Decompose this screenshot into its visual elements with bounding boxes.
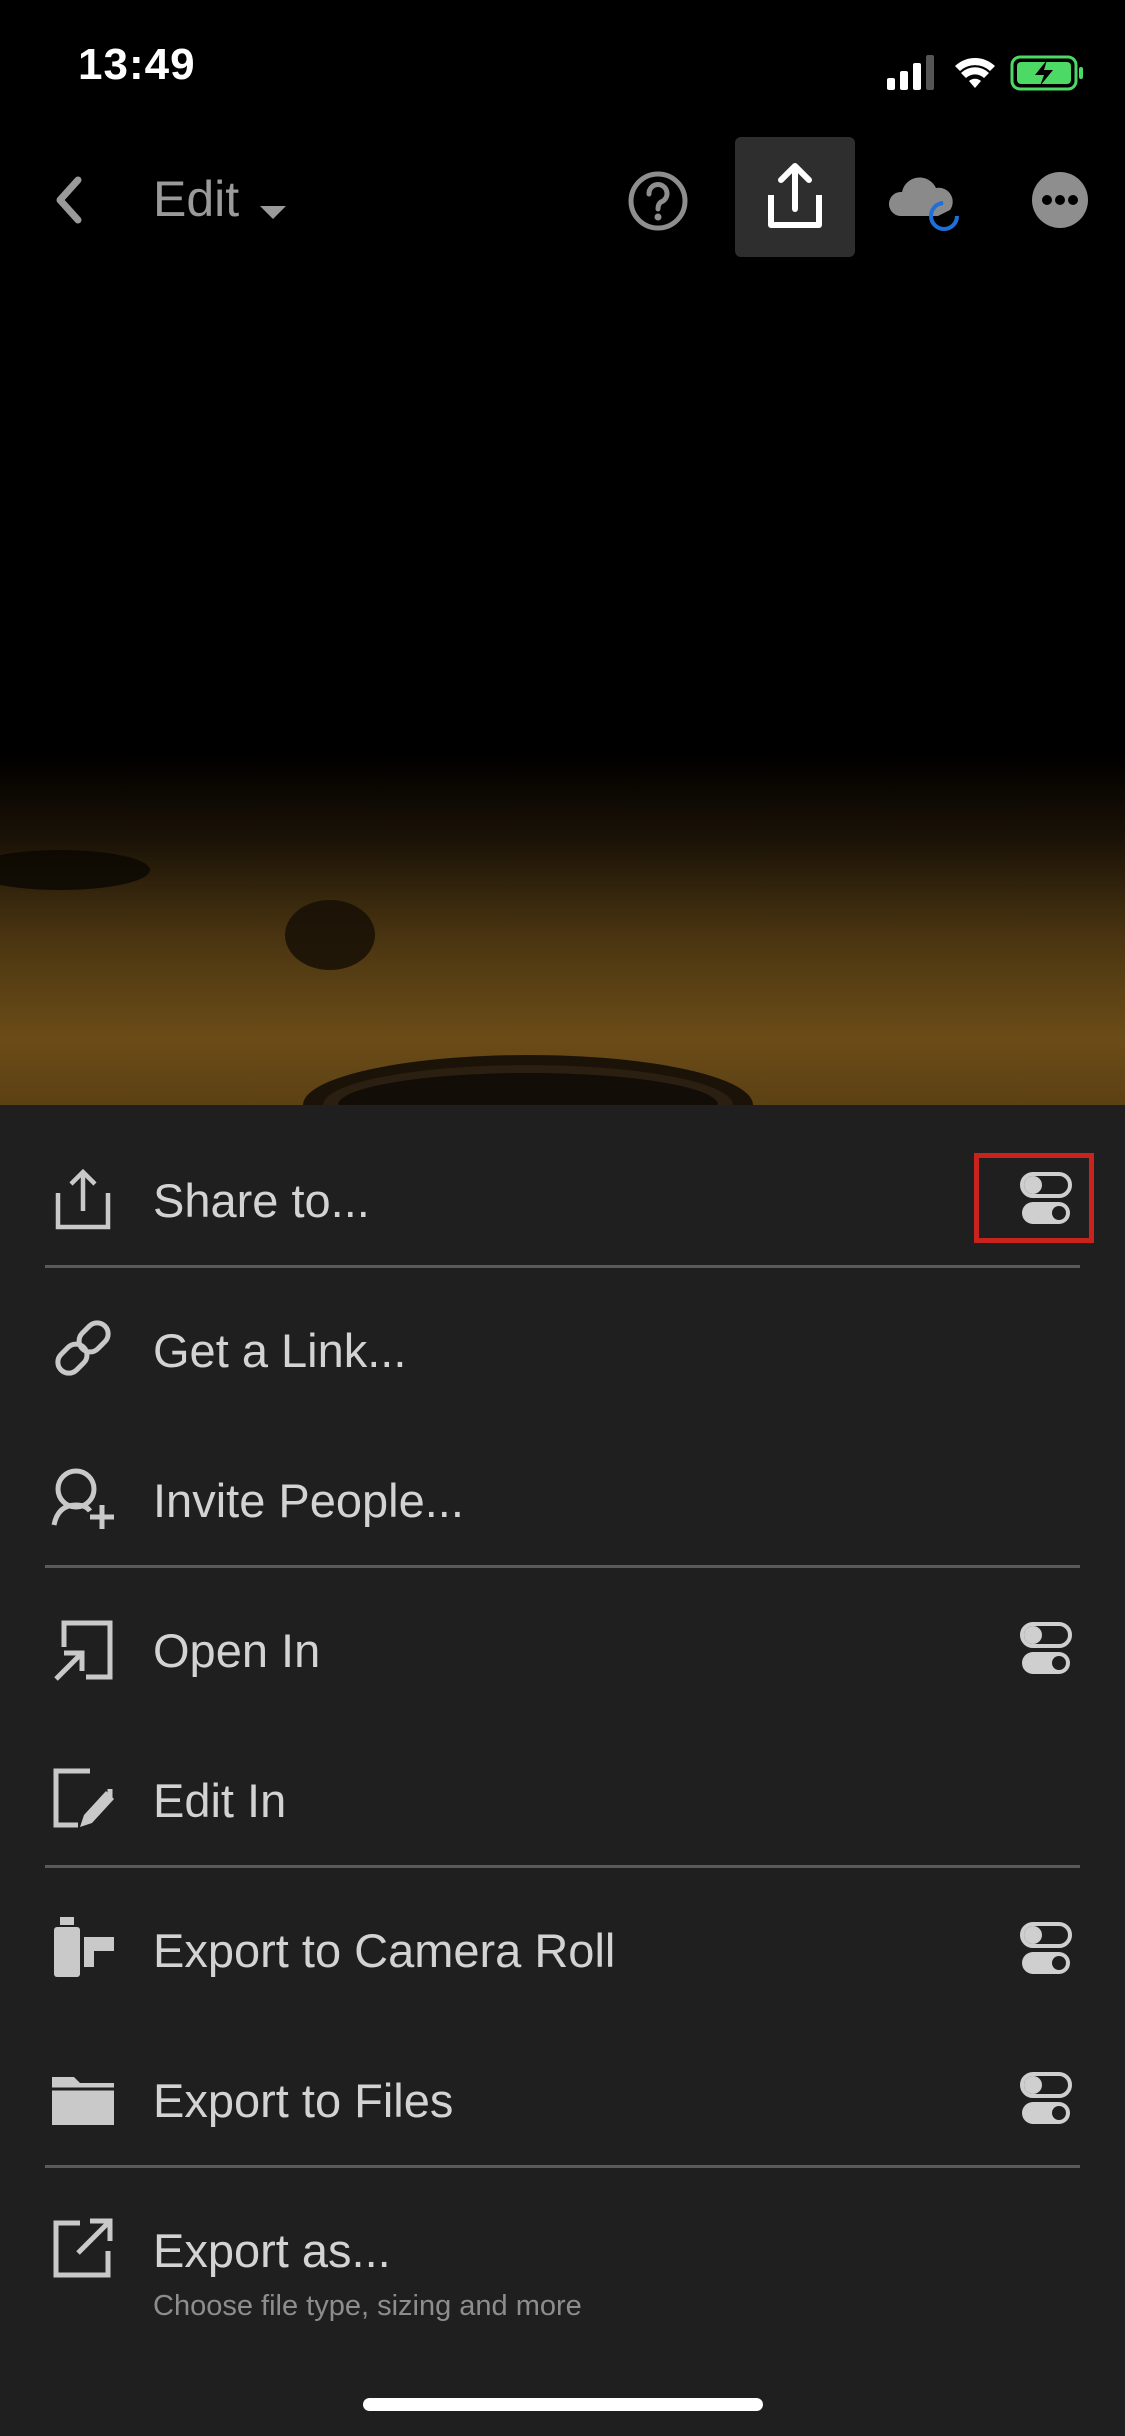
- menu-item-label: Share to...: [153, 1174, 370, 1227]
- folder-icon: [52, 2077, 114, 2125]
- export-icon: [53, 2218, 113, 2278]
- menu-item-open-in[interactable]: Open In: [0, 1575, 1125, 1725]
- menu-item-label: Edit In: [153, 1774, 287, 1827]
- lens-shape: [0, 850, 753, 1105]
- edit-in-icon: [53, 1768, 114, 1828]
- divider: [45, 1565, 1080, 1568]
- share-icon: [55, 1168, 111, 1230]
- toggle-icon[interactable]: [1019, 2071, 1073, 2127]
- menu-item-export-to-files[interactable]: Export to Files: [0, 2025, 1125, 2175]
- chevron-left-icon[interactable]: [48, 170, 88, 230]
- menu-item-edit-in[interactable]: Edit In: [0, 1725, 1125, 1875]
- share-icon: [768, 163, 822, 228]
- menu-item-share-to[interactable]: Share to...: [0, 1125, 1125, 1275]
- photo-preview: [0, 270, 1125, 1105]
- menu-item-label: Export as...: [153, 2224, 391, 2277]
- highlight-box: [974, 1153, 1094, 1243]
- menu-item-label: Export to Camera Roll: [153, 1924, 616, 1977]
- cloud-sync-icon[interactable]: [888, 170, 968, 236]
- question-icon[interactable]: [627, 170, 689, 232]
- menu-item-label: Get a Link...: [153, 1324, 407, 1377]
- menu-item-sublabel: Choose file type, sizing and more: [153, 2290, 582, 2322]
- divider: [45, 2165, 1080, 2168]
- menu-item-label: Open In: [153, 1624, 321, 1677]
- menu-item-get-a-link[interactable]: Get a Link...: [0, 1275, 1125, 1425]
- toggle-icon[interactable]: [1019, 1621, 1073, 1677]
- signal-icon: [887, 55, 934, 90]
- menu-item-export-to-camera-roll[interactable]: Export to Camera Roll: [0, 1875, 1125, 2025]
- menu-item-export-as[interactable]: Export as... Choose file type, sizing an…: [0, 2175, 1125, 2365]
- invite-person-icon: [51, 1468, 114, 1529]
- camera-roll-icon: [54, 1917, 114, 1977]
- share-sheet: Share to... Get a Link... Invite People.…: [0, 1105, 1125, 2436]
- menu-item-label: Invite People...: [153, 1474, 464, 1527]
- toggle-icon[interactable]: [1019, 1921, 1073, 1977]
- menu-item-invite-people[interactable]: Invite People...: [0, 1425, 1125, 1575]
- battery-icon: [1010, 55, 1083, 91]
- menu-item-label: Export to Files: [153, 2074, 454, 2127]
- share-button[interactable]: [735, 137, 855, 257]
- status-icons: [887, 55, 1083, 91]
- edit-mode-label: Edit: [153, 171, 240, 227]
- home-indicator: [363, 2398, 763, 2411]
- more-icon[interactable]: [1030, 170, 1090, 230]
- wifi-icon: [955, 58, 995, 88]
- top-nav-bar: Edit: [0, 130, 1125, 270]
- open-in-icon: [54, 1620, 113, 1681]
- divider: [45, 1865, 1080, 1868]
- link-icon: [55, 1320, 111, 1376]
- divider: [45, 1265, 1080, 1268]
- caret-down-icon: [259, 205, 286, 219]
- status-time: 13:49: [78, 40, 196, 89]
- edit-mode-dropdown[interactable]: Edit: [153, 170, 288, 230]
- status-bar: 13:49: [0, 0, 1125, 130]
